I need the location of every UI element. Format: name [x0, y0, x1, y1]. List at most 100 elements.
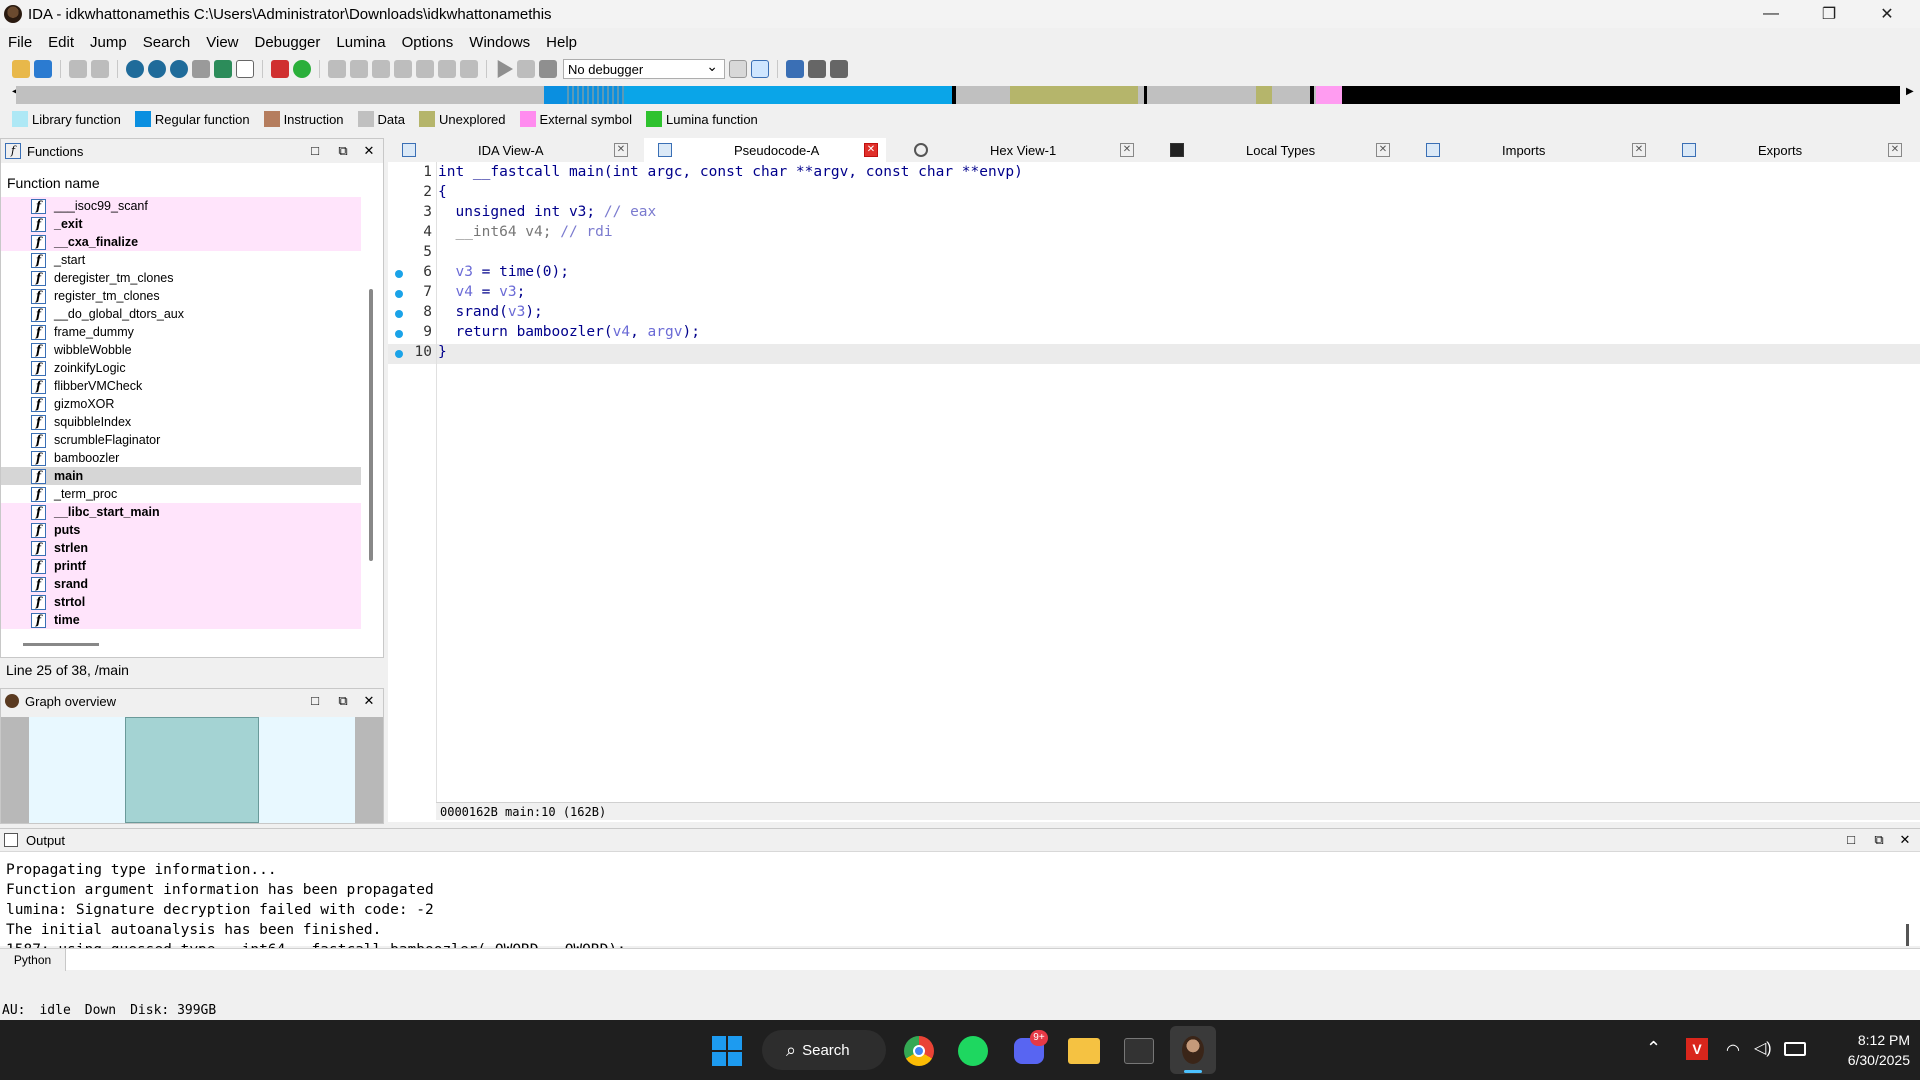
maximize-icon[interactable]: □ — [1843, 832, 1859, 848]
menu-help[interactable]: Help — [546, 34, 577, 51]
graph-icon[interactable] — [460, 60, 478, 78]
function-row[interactable]: f register_tm_clones — [1, 287, 361, 305]
tab-imports[interactable]: Imports ✕ — [1412, 138, 1654, 162]
float-icon[interactable]: ⧉ — [335, 693, 351, 709]
flow-icon[interactable] — [808, 60, 826, 78]
breakpoint-icon[interactable] — [271, 60, 289, 78]
menu-debugger[interactable]: Debugger — [255, 34, 321, 51]
function-row[interactable]: f wibbleWobble — [1, 341, 361, 359]
battery-icon[interactable] — [1784, 1042, 1806, 1056]
menu-windows[interactable]: Windows — [469, 34, 530, 51]
minimize-button[interactable]: — — [1742, 0, 1800, 28]
functions-vertical-scrollbar[interactable] — [369, 289, 373, 561]
function-row[interactable]: f zoinkifyLogic — [1, 359, 361, 377]
play-icon[interactable] — [497, 60, 513, 78]
command-input[interactable] — [70, 951, 1916, 969]
jump-icon[interactable] — [214, 60, 232, 78]
function-row[interactable]: f __libc_start_main — [1, 503, 361, 521]
maximize-icon[interactable]: □ — [307, 143, 323, 159]
function-row[interactable]: f _term_proc — [1, 485, 361, 503]
tab-ida-view-a[interactable]: IDA View-A ✕ — [388, 138, 636, 162]
char-icon[interactable] — [170, 60, 188, 78]
tab-exports[interactable]: Exports ✕ — [1668, 138, 1910, 162]
tab-hex-view-1[interactable]: Hex View-1 ✕ — [900, 138, 1142, 162]
taskbar-search[interactable]: ⌕ Search — [762, 1030, 886, 1070]
function-row[interactable]: f __do_global_dtors_aux — [1, 305, 361, 323]
function-row[interactable]: f scrumbleFlaginator — [1, 431, 361, 449]
function-row[interactable]: f time — [1, 611, 361, 629]
pseudocode-editor[interactable]: 1 int __fastcall main(int argc, const ch… — [388, 162, 1920, 822]
function-row[interactable]: f bamboozler — [1, 449, 361, 467]
python-lang-button[interactable]: Python — [0, 949, 66, 971]
function-row[interactable]: f main — [1, 467, 361, 485]
outline-icon[interactable] — [830, 60, 848, 78]
patch-icon[interactable] — [394, 60, 412, 78]
forward-icon[interactable] — [91, 60, 109, 78]
menu-lumina[interactable]: Lumina — [336, 34, 385, 51]
function-row[interactable]: f strlen — [1, 539, 361, 557]
function-row[interactable]: f _start — [1, 251, 361, 269]
windows-start-icon[interactable] — [712, 1036, 742, 1066]
spotify-icon[interactable] — [958, 1036, 988, 1066]
open-icon[interactable] — [12, 60, 30, 78]
menu-jump[interactable]: Jump — [90, 34, 127, 51]
binary-icon[interactable] — [126, 60, 144, 78]
close-icon[interactable]: ✕ — [361, 693, 377, 709]
menu-search[interactable]: Search — [143, 34, 191, 51]
disasm-icon[interactable] — [350, 60, 368, 78]
text-icon[interactable] — [236, 60, 254, 78]
copy-icon[interactable] — [372, 60, 390, 78]
pause-icon[interactable] — [517, 60, 535, 78]
list-icon[interactable] — [786, 60, 804, 78]
graph-overview-canvas[interactable] — [1, 717, 383, 823]
chrome-icon[interactable] — [904, 1036, 934, 1066]
graph-overview-viewport[interactable] — [125, 717, 259, 823]
back-icon[interactable] — [69, 60, 87, 78]
save-icon[interactable] — [34, 60, 52, 78]
menu-options[interactable]: Options — [402, 34, 454, 51]
function-row[interactable]: f _exit — [1, 215, 361, 233]
tab-local-types[interactable]: Local Types ✕ — [1156, 138, 1398, 162]
function-row[interactable]: f puts — [1, 521, 361, 539]
function-row[interactable]: f frame_dummy — [1, 323, 361, 341]
close-button[interactable]: ✕ — [1858, 0, 1916, 28]
antivirus-icon[interactable]: V — [1686, 1038, 1708, 1060]
struct-icon[interactable] — [192, 60, 210, 78]
restore-button[interactable]: ❐ — [1800, 0, 1858, 28]
function-row[interactable]: f strtol — [1, 593, 361, 611]
menu-view[interactable]: View — [206, 34, 238, 51]
navigation-band[interactable] — [16, 86, 1900, 104]
close-icon[interactable]: ✕ — [361, 143, 377, 159]
float-icon[interactable]: ⧉ — [1871, 832, 1887, 848]
function-row[interactable]: f __cxa_finalize — [1, 233, 361, 251]
function-row[interactable]: f gizmoXOR — [1, 395, 361, 413]
script-icon[interactable] — [438, 60, 456, 78]
volume-icon[interactable]: ◁) — [1754, 1038, 1772, 1058]
stop-icon[interactable] — [539, 60, 557, 78]
go-icon[interactable] — [293, 60, 311, 78]
close-icon[interactable]: ✕ — [1632, 143, 1646, 157]
function-row[interactable]: f deregister_tm_clones — [1, 269, 361, 287]
functions-horizontal-scrollbar[interactable] — [23, 643, 99, 646]
maximize-icon[interactable]: □ — [307, 693, 323, 709]
function-name-column-header[interactable]: Function name — [7, 175, 100, 191]
menu-file[interactable]: File — [8, 34, 32, 51]
pseudo-c-icon[interactable] — [729, 60, 747, 78]
wifi-icon[interactable]: ◠ — [1726, 1040, 1740, 1060]
function-row[interactable]: f ___isoc99_scanf — [1, 197, 361, 215]
float-icon[interactable]: ⧉ — [335, 143, 351, 159]
navband-right-arrow[interactable]: ▶ — [1906, 86, 1914, 97]
menu-edit[interactable]: Edit — [48, 34, 74, 51]
pseudo-c-active-icon[interactable] — [751, 60, 769, 78]
terminal-icon[interactable] — [1124, 1038, 1154, 1064]
hex-icon[interactable] — [148, 60, 166, 78]
close-icon[interactable]: ✕ — [1888, 143, 1902, 157]
chevron-up-icon[interactable]: ⌃ — [1646, 1038, 1661, 1059]
close-icon[interactable]: ✕ — [614, 143, 628, 157]
function-row[interactable]: f flibberVMCheck — [1, 377, 361, 395]
tab-pseudocode-a[interactable]: Pseudocode-A ✕ — [644, 138, 886, 162]
close-icon[interactable]: ✕ — [1120, 143, 1134, 157]
function-row[interactable]: f printf — [1, 557, 361, 575]
file-explorer-icon[interactable] — [1068, 1038, 1100, 1064]
frame-icon[interactable] — [416, 60, 434, 78]
